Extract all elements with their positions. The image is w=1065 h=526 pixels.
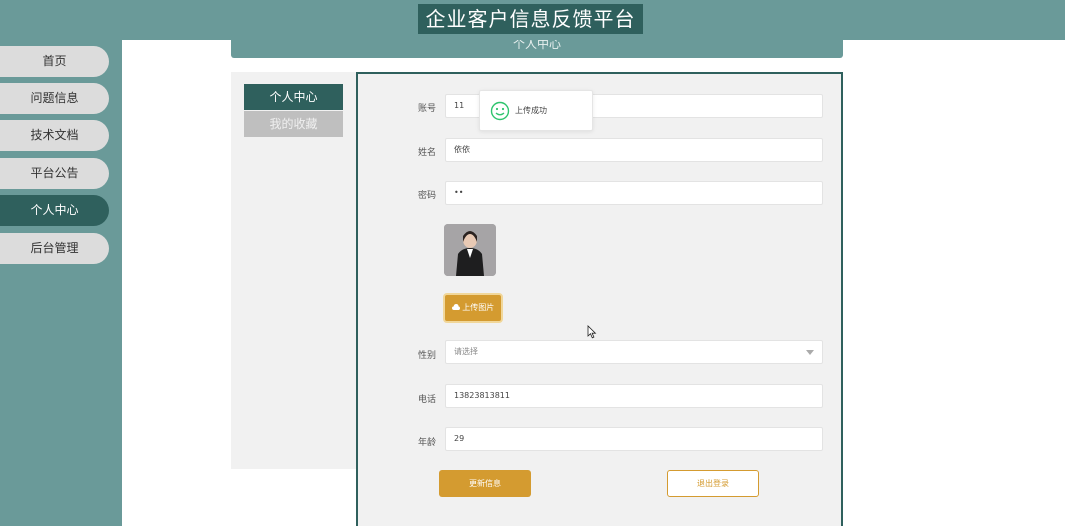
toast-message: 上传成功 [515, 106, 547, 115]
avatar-photo-icon [444, 224, 496, 276]
upload-image-label: 上传图片 [462, 303, 495, 312]
sidebar-item-home[interactable]: 首页 [0, 46, 109, 77]
avatar [444, 224, 496, 276]
sidebar-item-admin[interactable]: 后台管理 [0, 233, 109, 264]
mouse-cursor-icon [587, 325, 597, 339]
upload-image-button[interactable]: 上传图片 [443, 293, 503, 323]
gender-label: 性别 [418, 351, 437, 361]
name-label: 姓名 [418, 148, 437, 158]
gender-select[interactable]: 请选择 [445, 340, 823, 364]
page-banner-title: 个人中心 [512, 40, 561, 51]
cloud-upload-icon [451, 304, 460, 310]
age-field[interactable]: 29 [445, 427, 823, 451]
top-bar: 企业客户信息反馈平台 [0, 0, 1065, 40]
sidebar-item-issues[interactable]: 问题信息 [0, 83, 109, 114]
smile-icon [490, 101, 510, 121]
age-label: 年龄 [418, 438, 437, 448]
gender-placeholder: 请选择 [454, 347, 478, 356]
sidebar-item-announcements[interactable]: 平台公告 [0, 158, 109, 189]
app-title: 企业客户信息反馈平台 [418, 4, 643, 34]
chevron-down-icon [806, 350, 814, 355]
password-field[interactable]: •• [445, 181, 823, 205]
phone-label: 电话 [418, 395, 437, 405]
sidebar: 首页 问题信息 技术文档 平台公告 个人中心 后台管理 [0, 40, 122, 526]
update-info-button[interactable]: 更新信息 [439, 470, 531, 497]
tab-favorites[interactable]: 我的收藏 [244, 111, 343, 137]
tab-personal-center[interactable]: 个人中心 [244, 84, 343, 110]
profile-tab-panel: 个人中心 我的收藏 [231, 72, 357, 469]
account-label: 账号 [418, 104, 437, 114]
phone-field[interactable]: 13823813811 [445, 384, 823, 408]
logout-button[interactable]: 退出登录 [667, 470, 759, 497]
page-banner: 个人中心 [231, 40, 843, 58]
sidebar-item-tech-docs[interactable]: 技术文档 [0, 120, 109, 151]
name-field[interactable]: 依依 [445, 138, 823, 162]
profile-form: 账号 11 姓名 依依 密码 •• 上传图片 性别 请选择 电话 1382381… [356, 72, 843, 526]
password-label: 密码 [418, 191, 437, 201]
sidebar-item-personal-center[interactable]: 个人中心 [0, 195, 109, 226]
upload-success-toast: 上传成功 [479, 90, 593, 131]
